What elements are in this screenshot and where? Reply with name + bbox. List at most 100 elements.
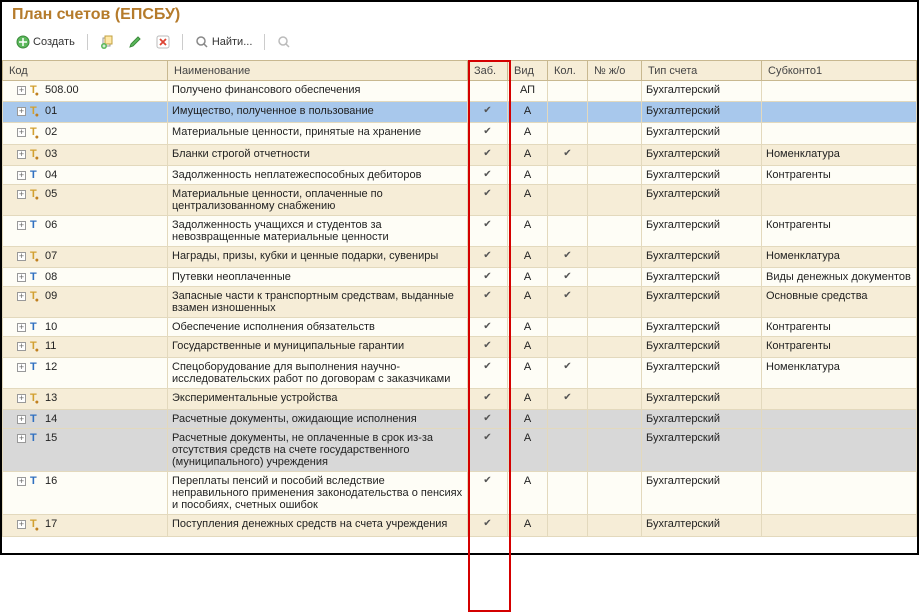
table-row[interactable]: +T●13Экспериментальные устройства✔А✔Бухг… — [3, 389, 917, 410]
expand-icon[interactable]: + — [17, 323, 26, 332]
copy-button[interactable] — [96, 34, 118, 50]
table-row[interactable]: +T12Спецоборудование для выполнения науч… — [3, 358, 917, 389]
col-sub1[interactable]: Субконто1 — [762, 61, 917, 81]
account-icon: T — [30, 475, 42, 487]
table-row[interactable]: +T●03Бланки строгой отчетности✔А✔Бухгалт… — [3, 144, 917, 165]
name-cell: Награды, призы, кубки и ценные подарки, … — [168, 246, 468, 267]
table-row[interactable]: +T●508.00Получено финансового обеспечени… — [3, 81, 917, 102]
expand-icon[interactable]: + — [17, 86, 26, 95]
zab-cell: ✔ — [468, 215, 508, 246]
sub-cell — [762, 389, 917, 410]
jo-cell — [588, 429, 642, 472]
expand-icon[interactable]: + — [17, 520, 26, 529]
expand-icon[interactable]: + — [17, 221, 26, 230]
expand-icon[interactable]: + — [17, 252, 26, 261]
col-code[interactable]: Код — [3, 61, 168, 81]
table-row[interactable]: +T●11Государственные и муниципальные гар… — [3, 336, 917, 357]
vid-cell: А — [508, 102, 548, 123]
col-jo[interactable]: № ж/о — [588, 61, 642, 81]
expand-icon[interactable]: + — [17, 190, 26, 199]
type-cell: Бухгалтерский — [642, 515, 762, 536]
create-label: Создать — [33, 36, 75, 48]
zab-cell: ✔ — [468, 389, 508, 410]
expand-icon[interactable]: + — [17, 342, 26, 351]
sub-cell — [762, 472, 917, 515]
zab-cell: ✔ — [468, 123, 508, 144]
sub-cell — [762, 81, 917, 102]
account-icon: T — [30, 432, 42, 444]
kol-cell — [548, 336, 588, 357]
delete-button[interactable] — [152, 34, 174, 50]
type-cell: Бухгалтерский — [642, 286, 762, 317]
sub-cell — [762, 515, 917, 536]
table-row[interactable]: +T●17Поступления денежных средств на сче… — [3, 515, 917, 536]
expand-icon[interactable]: + — [17, 150, 26, 159]
code-cell: 06 — [45, 219, 57, 231]
edit-button[interactable] — [124, 34, 146, 50]
vid-cell: А — [508, 165, 548, 184]
expand-icon[interactable]: + — [17, 363, 26, 372]
account-icon: T● — [30, 290, 42, 304]
table-row[interactable]: +T●02Материальные ценности, принятые на … — [3, 123, 917, 144]
code-cell: 16 — [45, 475, 57, 487]
table-row[interactable]: +T10Обеспечение исполнения обязательств✔… — [3, 317, 917, 336]
name-cell: Государственные и муниципальные гарантии — [168, 336, 468, 357]
account-icon: T — [30, 169, 42, 181]
expand-icon[interactable]: + — [17, 434, 26, 443]
expand-icon[interactable]: + — [17, 477, 26, 486]
expand-icon[interactable]: + — [17, 128, 26, 137]
find-button[interactable]: Найти... — [191, 34, 257, 50]
jo-cell — [588, 336, 642, 357]
table-row[interactable]: +T●05Материальные ценности, оплаченные п… — [3, 184, 917, 215]
sub-cell: Контрагенты — [762, 165, 917, 184]
table-row[interactable]: +T08Путевки неоплаченные✔А✔Бухгалтерский… — [3, 267, 917, 286]
vid-cell: А — [508, 336, 548, 357]
zab-cell: ✔ — [468, 165, 508, 184]
expand-icon[interactable]: + — [17, 171, 26, 180]
account-icon: T● — [30, 126, 42, 140]
accounts-table: Код Наименование Заб. Вид Кол. № ж/о Тип… — [2, 60, 917, 537]
zab-cell: ✔ — [468, 358, 508, 389]
table-row[interactable]: +T16Переплаты пенсий и пособий вследстви… — [3, 472, 917, 515]
type-cell: Бухгалтерский — [642, 429, 762, 472]
name-cell: Материальные ценности, оплаченные по цен… — [168, 184, 468, 215]
sub-cell — [762, 410, 917, 429]
table-row[interactable]: +T●01Имущество, полученное в пользование… — [3, 102, 917, 123]
account-icon: T● — [30, 340, 42, 354]
zab-cell: ✔ — [468, 286, 508, 317]
clear-search-button[interactable] — [273, 34, 295, 50]
col-name[interactable]: Наименование — [168, 61, 468, 81]
expand-icon[interactable]: + — [17, 415, 26, 424]
name-cell: Экспериментальные устройства — [168, 389, 468, 410]
account-icon: T● — [30, 148, 42, 162]
name-cell: Имущество, полученное в пользование — [168, 102, 468, 123]
vid-cell: А — [508, 429, 548, 472]
table-row[interactable]: +T●09Запасные части к транспортным средс… — [3, 286, 917, 317]
type-cell: Бухгалтерский — [642, 81, 762, 102]
code-cell: 14 — [45, 413, 57, 425]
type-cell: Бухгалтерский — [642, 472, 762, 515]
sub-cell: Виды денежных документов — [762, 267, 917, 286]
sub-cell: Контрагенты — [762, 317, 917, 336]
table-row[interactable]: +T06Задолженность учащихся и студентов з… — [3, 215, 917, 246]
expand-icon[interactable]: + — [17, 292, 26, 301]
col-zab[interactable]: Заб. — [468, 61, 508, 81]
expand-icon[interactable]: + — [17, 107, 26, 116]
col-type[interactable]: Тип счета — [642, 61, 762, 81]
separator — [264, 34, 265, 50]
code-cell: 07 — [45, 250, 57, 262]
col-kol[interactable]: Кол. — [548, 61, 588, 81]
sub-cell: Основные средства — [762, 286, 917, 317]
name-cell: Задолженность учащихся и студентов за не… — [168, 215, 468, 246]
table-row[interactable]: +T04Задолженность неплатежеспособных деб… — [3, 165, 917, 184]
table-row[interactable]: +T●07Награды, призы, кубки и ценные пода… — [3, 246, 917, 267]
create-button[interactable]: Создать — [12, 34, 79, 50]
table-row[interactable]: +T15Расчетные документы, не оплаченные в… — [3, 429, 917, 472]
table-row[interactable]: +T14Расчетные документы, ожидающие испол… — [3, 410, 917, 429]
vid-cell: А — [508, 358, 548, 389]
pencil-icon — [128, 35, 142, 49]
vid-cell: А — [508, 144, 548, 165]
col-vid[interactable]: Вид — [508, 61, 548, 81]
expand-icon[interactable]: + — [17, 273, 26, 282]
expand-icon[interactable]: + — [17, 394, 26, 403]
